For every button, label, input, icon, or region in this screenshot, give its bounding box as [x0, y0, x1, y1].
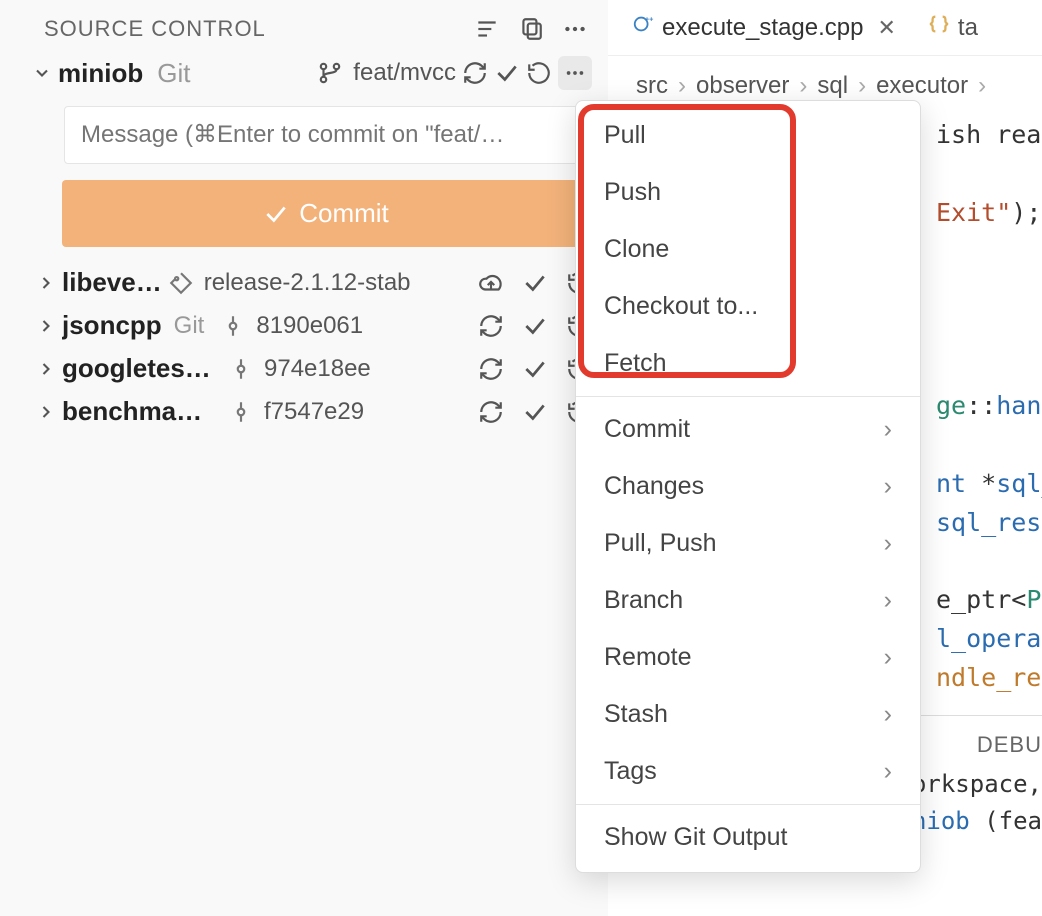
repo-name: jsoncpp [62, 310, 162, 341]
chevron-down-icon [32, 63, 52, 83]
close-icon[interactable]: ✕ [877, 15, 895, 41]
check-icon[interactable] [522, 399, 548, 425]
braces-icon [928, 13, 950, 42]
repo-vcs: Git [174, 312, 205, 340]
menu-item-checkout[interactable]: Checkout to... [576, 278, 920, 335]
chevron-right-icon: › [799, 72, 807, 100]
list-icon[interactable] [474, 16, 500, 42]
branch-name[interactable]: feat/mvcc [353, 59, 456, 87]
menu-item-tags[interactable]: Tags› [576, 743, 920, 800]
git-context-menu: Pull Push Clone Checkout to... Fetch Com… [575, 100, 921, 873]
chevron-right-icon: › [884, 700, 892, 729]
repo-item[interactable]: googletest… 974e18ee [0, 347, 608, 390]
repo-vcs: Git [157, 58, 190, 89]
chevron-right-icon: › [884, 586, 892, 615]
sidebar-header: SOURCE CONTROL [0, 8, 608, 52]
sync-icon[interactable] [462, 60, 488, 86]
commit-hash: f7547e29 [264, 398, 364, 426]
editor-tab[interactable]: ta [916, 5, 990, 50]
repo-name: googletest… [62, 353, 212, 384]
breadcrumb-item[interactable]: executor [876, 72, 968, 100]
chevron-right-icon: › [978, 72, 986, 100]
menu-item-fetch[interactable]: Fetch [576, 335, 920, 392]
check-icon[interactable] [494, 60, 520, 86]
chevron-right-icon: › [858, 72, 866, 100]
chevron-right-icon [36, 402, 56, 422]
menu-item-push[interactable]: Push [576, 164, 920, 221]
menu-item-clone[interactable]: Clone [576, 221, 920, 278]
chevron-right-icon: › [678, 72, 686, 100]
menu-item-commit[interactable]: Commit› [576, 401, 920, 458]
repo-list: libeve… release-2.1.12-stab jsoncpp Git … [0, 261, 608, 433]
menu-item-remote[interactable]: Remote› [576, 629, 920, 686]
editor-tab-active[interactable]: ++ execute_stage.cpp ✕ [620, 5, 908, 50]
sync-icon[interactable] [478, 356, 504, 382]
chevron-right-icon: › [884, 415, 892, 444]
repo-name: miniob [58, 58, 143, 89]
tab-prefix: ta [958, 14, 978, 42]
menu-separator [576, 396, 920, 397]
sidebar-title: SOURCE CONTROL [44, 16, 474, 42]
breadcrumb-item[interactable]: observer [696, 72, 789, 100]
git-branch-icon[interactable] [317, 60, 343, 86]
main-repo-row[interactable]: miniob Git feat/mvcc [0, 52, 608, 100]
tab-filename: execute_stage.cpp [662, 14, 863, 42]
check-icon[interactable] [522, 313, 548, 339]
menu-item-pull-push[interactable]: Pull, Push› [576, 515, 920, 572]
editor-tabbar: ++ execute_stage.cpp ✕ ta [608, 0, 1042, 56]
sync-icon[interactable] [478, 399, 504, 425]
tag-icon [168, 270, 194, 296]
repo-item[interactable]: benchmar… f7547e29 [0, 390, 608, 433]
chevron-right-icon: › [884, 643, 892, 672]
source-control-panel: SOURCE CONTROL miniob Git feat/mvcc [0, 0, 608, 916]
commit-hash: 8190e061 [256, 312, 363, 340]
sync-icon[interactable] [478, 313, 504, 339]
svg-text:++: ++ [645, 14, 654, 23]
chevron-right-icon [36, 316, 56, 336]
repo-item[interactable]: libeve… release-2.1.12-stab [0, 261, 608, 304]
menu-item-stash[interactable]: Stash› [576, 686, 920, 743]
chevron-right-icon [36, 359, 56, 379]
menu-item-pull[interactable]: Pull [576, 107, 920, 164]
repo-more-button[interactable] [558, 56, 592, 90]
chevron-right-icon: › [884, 757, 892, 786]
git-commit-icon [228, 356, 254, 382]
cloud-upload-icon[interactable] [478, 270, 504, 296]
check-icon[interactable] [522, 356, 548, 382]
menu-item-changes[interactable]: Changes› [576, 458, 920, 515]
breadcrumb-item[interactable]: sql [817, 72, 848, 100]
tag-label: release-2.1.12-stab [204, 269, 411, 297]
breadcrumb-item[interactable]: src [636, 72, 668, 100]
git-commit-icon [228, 399, 254, 425]
menu-item-show-git-output[interactable]: Show Git Output [576, 809, 920, 866]
refresh-icon[interactable] [526, 60, 552, 86]
chevron-right-icon [36, 273, 56, 293]
repo-item[interactable]: jsoncpp Git 8190e061 [0, 304, 608, 347]
menu-item-branch[interactable]: Branch› [576, 572, 920, 629]
menu-separator [576, 804, 920, 805]
more-icon[interactable] [562, 16, 588, 42]
chevron-right-icon: › [884, 472, 892, 501]
check-icon[interactable] [522, 270, 548, 296]
repo-name: benchmar… [62, 396, 212, 427]
chevron-right-icon: › [884, 529, 892, 558]
cpp-file-icon: ++ [632, 13, 654, 42]
git-commit-icon [220, 313, 246, 339]
diff-icon[interactable] [518, 16, 544, 42]
commit-button-label: Commit [299, 198, 389, 229]
commit-hash: 974e18ee [264, 355, 371, 383]
commit-button[interactable]: Commit [62, 180, 590, 247]
repo-name: libeve… [62, 267, 162, 298]
commit-message-input[interactable] [64, 106, 590, 164]
